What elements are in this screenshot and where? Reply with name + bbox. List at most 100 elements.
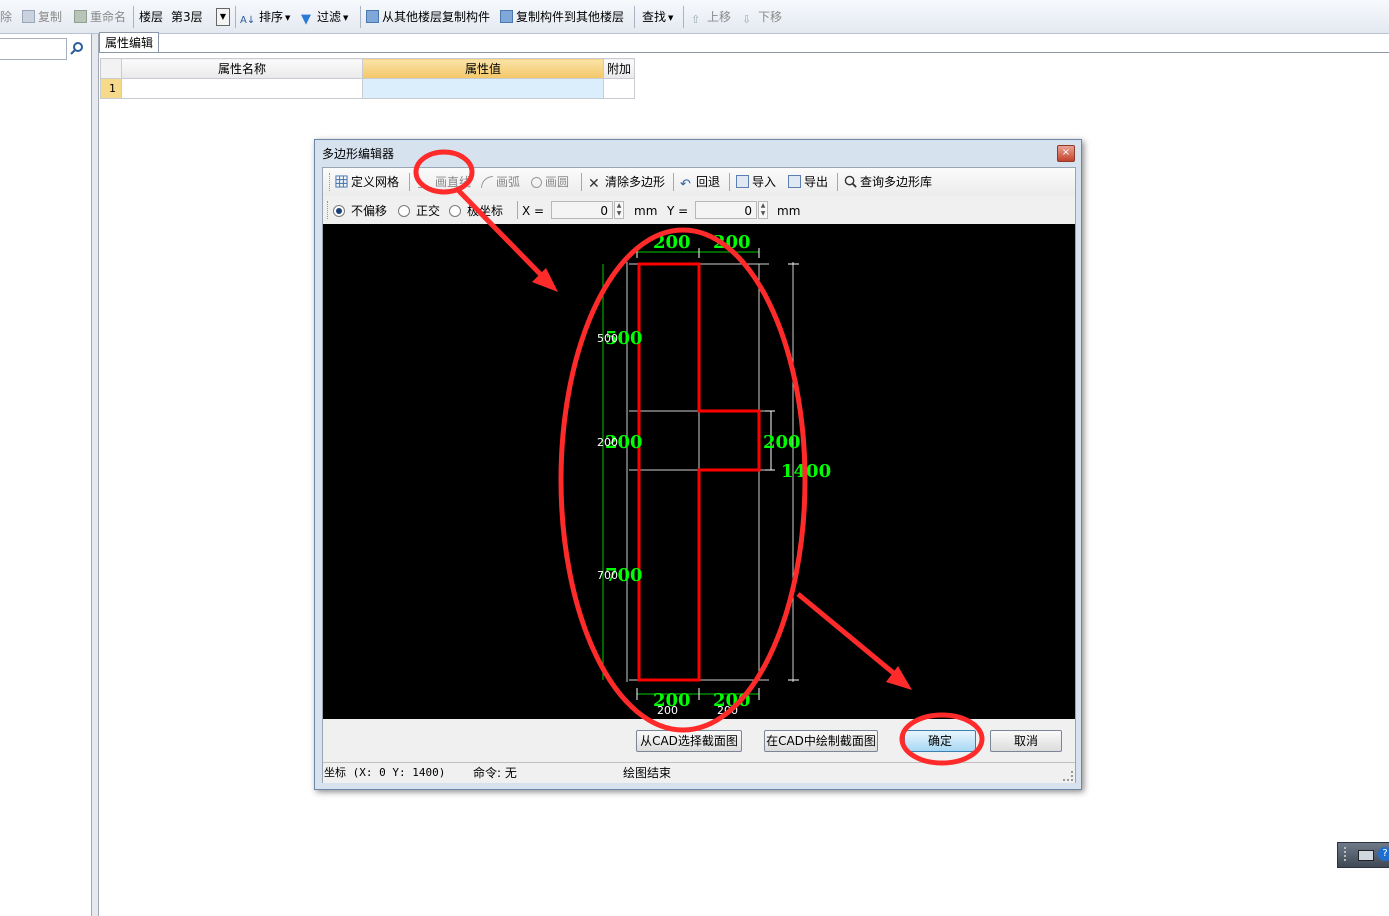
ortho-label: 正交 <box>416 204 441 218</box>
export-icon <box>788 175 801 188</box>
find-button[interactable]: 查找 ▼ <box>642 9 673 25</box>
draw-in-cad-button[interactable]: 在CAD中绘制截面图 <box>764 730 878 752</box>
status-bar: 坐标 (X: 0 Y: 1400) 命令: 无 绘图结束 <box>323 762 1075 783</box>
move-up-label: 上移 <box>707 10 732 24</box>
arrow-up-icon: ⇧ <box>691 13 701 26</box>
dim-bottom-left-small: 200 <box>657 704 678 717</box>
help-icon[interactable]: ? <box>1378 847 1389 861</box>
copy-to-icon <box>500 10 513 23</box>
dim-top-right: 200 <box>713 232 751 253</box>
row-number: 1 <box>100 78 122 99</box>
draw-line-button[interactable]: 画直线 <box>418 174 471 190</box>
clear-label: 清除多边形 <box>605 175 666 189</box>
pick-from-cad-button[interactable]: 从CAD选择截面图 <box>636 730 742 752</box>
tab-property-edit[interactable]: 属性编辑 <box>99 32 159 53</box>
keyboard-icon[interactable] <box>1358 850 1374 861</box>
magnifier-icon <box>844 175 857 188</box>
draw-circle-label: 画圆 <box>545 175 570 189</box>
y-unit: mm <box>777 204 801 218</box>
sort-button[interactable]: A↓ 排序 ▼ <box>240 9 290 26</box>
dim-top-left: 200 <box>653 232 691 253</box>
floor-select[interactable]: 第3层 <box>171 9 203 25</box>
drawing-canvas[interactable]: 200 200 500 200 700 200 1400 200 200 500… <box>323 224 1075 719</box>
undo-button[interactable]: ↶ 回退 <box>680 174 721 192</box>
search-input[interactable] <box>0 38 67 60</box>
radio-no-offset[interactable]: 不偏移 <box>333 203 387 219</box>
circle-icon <box>531 177 542 188</box>
polar-label: 极坐标 <box>467 204 504 218</box>
y-input[interactable]: 0 <box>695 201 757 219</box>
move-down-button[interactable]: ⇩ 下移 <box>742 9 782 26</box>
options-row: 不偏移 正交 极坐标 X = 0 ▲ ▼ mm Y = 0 ▲ ▼ mm <box>323 196 1075 224</box>
header-property-name[interactable]: 属性名称 <box>121 58 363 79</box>
header-extra[interactable]: 附加 <box>603 58 635 79</box>
dim-bottom-right-small: 200 <box>717 704 738 717</box>
x-unit: mm <box>634 204 658 218</box>
clear-polygon-button[interactable]: ✕ 清除多边形 <box>588 174 666 192</box>
dialog-title: 多边形编辑器 <box>322 147 395 161</box>
x-spinner[interactable]: ▲ ▼ <box>614 201 624 219</box>
rename-button[interactable]: 重命名 <box>74 9 126 25</box>
editor-toolbar: 定义网格 画直线 画弧 画圆 ✕ 清除多边形 ↶ 回退 导入 导出 查询多边形库 <box>323 168 1075 197</box>
grid-corner <box>100 58 122 79</box>
filter-button[interactable]: ▼ 过滤 ▼ <box>301 9 348 27</box>
undo-label: 回退 <box>696 175 721 189</box>
copy-to-label: 复制构件到其他楼层 <box>516 10 625 24</box>
arc-icon <box>481 176 493 188</box>
define-grid-button[interactable]: 定义网格 <box>335 174 399 190</box>
floor-dropdown-icon[interactable]: ▼ <box>216 8 230 26</box>
copy-button[interactable]: 复制 <box>22 9 62 25</box>
move-up-button[interactable]: ⇧ 上移 <box>691 9 732 26</box>
table-row[interactable]: 1 <box>100 78 635 99</box>
filter-icon: ▼ <box>301 12 311 27</box>
status-message: 绘图结束 <box>623 766 672 780</box>
find-label: 查找 <box>642 10 667 24</box>
rename-icon <box>74 10 87 23</box>
cell-extra[interactable] <box>603 78 635 99</box>
query-polygon-library-button[interactable]: 查询多边形库 <box>844 174 932 190</box>
define-grid-label: 定义网格 <box>351 175 400 189</box>
radio-polar[interactable]: 极坐标 <box>449 203 503 219</box>
header-property-value[interactable]: 属性值 <box>362 58 604 79</box>
tab-divider <box>99 52 1389 53</box>
draw-circle-button[interactable]: 画圆 <box>531 174 569 190</box>
radio-icon <box>449 205 461 217</box>
filter-label: 过滤 <box>317 10 342 24</box>
cancel-button[interactable]: 取消 <box>990 730 1062 752</box>
search-icon[interactable] <box>70 41 84 55</box>
export-button[interactable]: 导出 <box>788 174 828 190</box>
resize-grip-icon[interactable] <box>1063 771 1073 781</box>
draw-arc-button[interactable]: 画弧 <box>481 174 520 190</box>
clear-icon: ✕ <box>588 176 600 192</box>
rename-label: 重命名 <box>90 10 127 24</box>
radio-checked-icon <box>333 205 345 217</box>
panel-splitter[interactable] <box>92 34 99 916</box>
copy-from-label: 从其他楼层复制构件 <box>382 10 491 24</box>
arrow-down-icon: ⇩ <box>742 13 752 26</box>
no-offset-label: 不偏移 <box>351 204 388 218</box>
import-button[interactable]: 导入 <box>736 174 776 190</box>
query-label: 查询多边形库 <box>860 175 933 189</box>
sort-icon: A↓ <box>240 15 256 26</box>
radio-ortho[interactable]: 正交 <box>398 203 440 219</box>
system-tray: ? <box>1337 842 1389 868</box>
x-label: X = <box>522 204 545 218</box>
y-spinner[interactable]: ▲ ▼ <box>758 201 768 219</box>
cell-property-value[interactable] <box>362 78 604 99</box>
polygon-editor-dialog: 多边形编辑器 × 定义网格 画直线 画弧 画圆 ✕ 清除多边形 ↶ 回退 导入 导出… <box>314 139 1082 790</box>
cell-property-name[interactable] <box>121 78 363 99</box>
delete-button[interactable]: 除 <box>0 9 12 25</box>
sort-label: 排序 <box>259 10 284 24</box>
copy-from-floor-button[interactable]: 从其他楼层复制构件 <box>366 9 490 25</box>
export-label: 导出 <box>804 175 829 189</box>
copy-label: 复制 <box>38 10 63 24</box>
polygon-drawing <box>602 248 799 700</box>
draw-line-label: 画直线 <box>435 175 472 189</box>
copy-to-floor-button[interactable]: 复制构件到其他楼层 <box>500 9 624 25</box>
close-button[interactable]: × <box>1057 145 1075 162</box>
status-coords: 坐标 (X: 0 Y: 1400) <box>324 766 446 779</box>
main-toolbar: 除 复制 重命名 楼层 第3层 ▼ A↓ 排序 ▼ ▼ 过滤 ▼ 从其他楼层复制构件 复… <box>0 0 1389 34</box>
import-label: 导入 <box>752 175 777 189</box>
ok-button[interactable]: 确定 <box>904 730 976 752</box>
x-input[interactable]: 0 <box>551 201 613 219</box>
